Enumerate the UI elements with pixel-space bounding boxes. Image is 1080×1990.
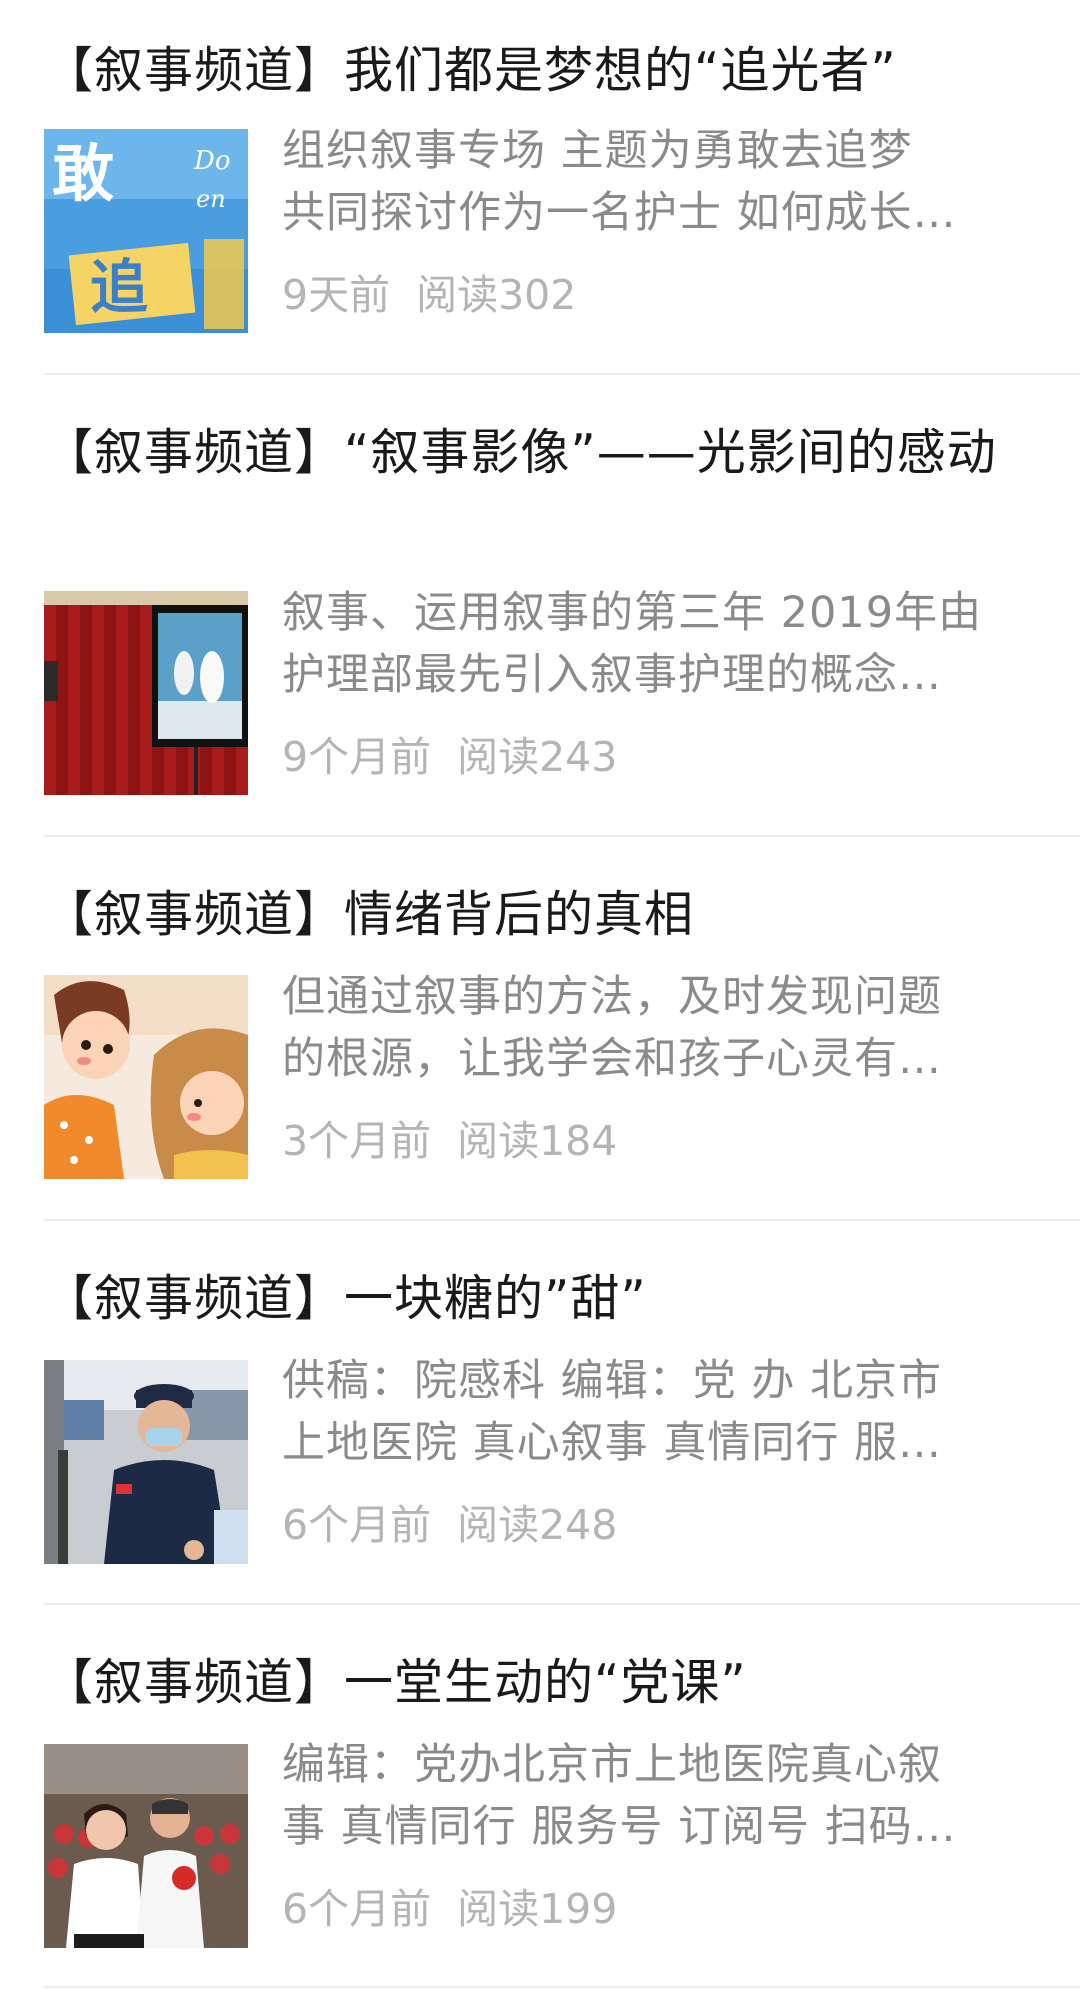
article-list: 【叙事频道】我们都是梦想的“追光者” 敢 追 Do en 组织叙事专场 主题为勇… (0, 0, 1080, 1990)
article-summary: 供稿：院感科 编辑：党 办 北京市 上地医院 真心叙事 真情同行 服… (282, 1350, 1042, 1474)
summary-line: 组织叙事专场 主题为勇敢去追梦 (282, 126, 913, 176)
read-count: 阅读199 (457, 1885, 618, 1933)
poster-text: en (196, 185, 226, 213)
article-meta: 6个月前 阅读248 (282, 1500, 617, 1550)
poster-thumbnail[interactable]: 敢 追 Do en (44, 129, 248, 333)
article-meta: 6个月前 阅读199 (282, 1884, 617, 1934)
read-count: 阅读243 (457, 733, 618, 781)
summary-line: 上地医院 真心叙事 真情同行 服… (282, 1418, 943, 1468)
article-title[interactable]: 【叙事频道】我们都是梦想的“追光者” (44, 32, 1044, 110)
summary-line: 供稿：院感科 编辑：党 办 北京市 (282, 1356, 943, 1406)
summary-line: 但通过叙事的方法，及时发现问题 (282, 972, 942, 1022)
article-summary: 叙事、运用叙事的第三年 2019年由 护理部最先引入叙事护理的概念… (282, 582, 1042, 706)
divider (44, 1219, 1080, 1221)
article-title[interactable]: 【叙事频道】一堂生动的“党课” (44, 1644, 1044, 1722)
read-count: 阅读184 (457, 1117, 618, 1165)
poster-text: 追 (90, 253, 148, 321)
article-meta: 9天前 阅读302 (282, 270, 576, 320)
divider (44, 373, 1080, 375)
summary-line: 叙事、运用叙事的第三年 2019年由 (282, 588, 983, 638)
divider (44, 835, 1080, 837)
publish-time: 6个月前 (282, 1885, 432, 1933)
guard-photo-thumbnail[interactable] (44, 1360, 248, 1564)
ceremony-photo-thumbnail[interactable] (44, 1744, 248, 1948)
article-title[interactable]: 【叙事频道】一块糖的”甜” (44, 1260, 1044, 1338)
read-count: 阅读248 (457, 1501, 618, 1549)
publish-time: 9个月前 (282, 733, 432, 781)
summary-line: 共同探讨作为一名护士 如何成长… (282, 188, 957, 238)
read-count: 阅读302 (416, 271, 577, 319)
article-meta: 3个月前 阅读184 (282, 1116, 617, 1166)
poster-text: Do (193, 146, 231, 176)
article-title[interactable]: 【叙事频道】情绪背后的真相 (44, 876, 1044, 954)
cartoon-thumbnail[interactable] (44, 975, 248, 1179)
publish-time: 9天前 (282, 271, 391, 319)
publish-time: 6个月前 (282, 1501, 432, 1549)
publish-time: 3个月前 (282, 1117, 432, 1165)
summary-line: 护理部最先引入叙事护理的概念… (282, 650, 942, 700)
divider (44, 1603, 1080, 1605)
summary-line: 事 真情同行 服务号 订阅号 扫码… (282, 1802, 957, 1852)
article-summary: 编辑：党办北京市上地医院真心叙 事 真情同行 服务号 订阅号 扫码… (282, 1734, 1042, 1858)
summary-line: 的根源，让我学会和孩子心灵有… (282, 1034, 942, 1084)
article-summary: 组织叙事专场 主题为勇敢去追梦 共同探讨作为一名护士 如何成长… (282, 120, 1042, 244)
article-summary: 但通过叙事的方法，及时发现问题 的根源，让我学会和孩子心灵有… (282, 966, 1042, 1090)
stage-screen-thumbnail[interactable] (44, 591, 248, 795)
article-title[interactable]: 【叙事频道】“叙事影像”——光影间的感动 (44, 414, 1044, 492)
poster-text: 敢 (52, 137, 114, 210)
divider (44, 1986, 1080, 1988)
summary-line: 编辑：党办北京市上地医院真心叙 (282, 1740, 942, 1790)
article-meta: 9个月前 阅读243 (282, 732, 617, 782)
